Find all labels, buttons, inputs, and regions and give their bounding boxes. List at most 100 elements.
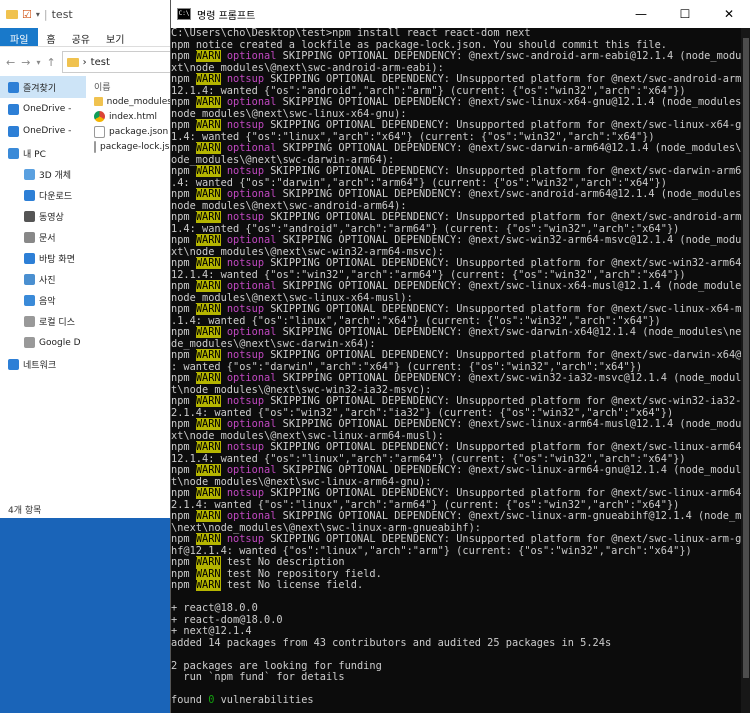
console-text: SKIPPING OPTIONAL DEPENDENCY: Unsupporte…: [264, 441, 741, 453]
list-item[interactable]: package-lock.json: [88, 139, 172, 154]
nav-item[interactable]: 즐겨찾기: [0, 76, 86, 98]
folder-icon: [66, 57, 79, 67]
list-item[interactable]: package.json: [88, 124, 172, 139]
column-header-name[interactable]: 이름: [88, 78, 172, 94]
address-bar[interactable]: › test: [61, 51, 172, 73]
console-text: npm: [171, 579, 196, 591]
recent-dropdown-icon[interactable]: ▾: [36, 58, 40, 67]
music-icon: [24, 295, 35, 306]
console-text: t\node_modules\@next\swc-linux-arm64-gnu…: [171, 475, 432, 488]
nav-item[interactable]: 로컬 디스: [0, 311, 86, 332]
nav-item[interactable]: 네트워크: [0, 353, 86, 375]
console-text: \next\node_modules\@next\swc-linux-arm-g…: [171, 521, 481, 534]
warn-badge: WARN: [195, 211, 221, 223]
nav-item[interactable]: 사진: [0, 269, 86, 290]
address-text: test: [90, 56, 110, 68]
console-text: found: [171, 694, 209, 706]
warn-category: optional: [226, 96, 277, 108]
list-item[interactable]: index.html: [88, 109, 172, 124]
warn-badge: WARN: [195, 142, 221, 154]
file-icon: [94, 140, 96, 153]
nav-item[interactable]: Google D: [0, 332, 86, 353]
nav-item[interactable]: 동영상: [0, 206, 86, 227]
console-text: run `npm fund` for details: [171, 671, 345, 683]
console-text: SKIPPING OPTIONAL DEPENDENCY: @next/swc-…: [276, 234, 741, 246]
console-text: test No description: [220, 556, 345, 568]
back-arrow-icon[interactable]: ←: [6, 56, 15, 69]
nav-item[interactable]: 바탕 화면: [0, 248, 86, 269]
console-text: SKIPPING OPTIONAL DEPENDENCY: Unsupporte…: [264, 487, 741, 499]
console-text: npm: [171, 96, 196, 108]
up-arrow-icon[interactable]: ↑: [46, 56, 55, 69]
nav-item[interactable]: 음악: [0, 290, 86, 311]
forward-arrow-icon[interactable]: →: [21, 56, 30, 69]
explorer-titlebar[interactable]: ☑ ▾ | test: [0, 0, 172, 28]
checkmark-icon[interactable]: ☑: [22, 8, 32, 21]
console-text: npm: [171, 165, 196, 177]
cloud-icon: [8, 125, 19, 137]
nav-item-label: 문서: [39, 234, 56, 244]
console-text: SKIPPING OPTIONAL DEPENDENCY: Unsupporte…: [264, 165, 741, 177]
warn-badge: WARN: [195, 326, 221, 338]
nav-item-label: 음악: [39, 297, 56, 307]
console-text: de_modules\@next\swc-darwin-x64):: [171, 337, 376, 350]
status-bar-item-count: 4개 항목: [8, 506, 42, 516]
explorer-title: test: [51, 7, 73, 21]
desktop-icon: [24, 253, 35, 264]
download-icon: [24, 190, 35, 201]
cmd-titlebar[interactable]: C:\ 명령 프롬프트 — ☐ ✕: [171, 0, 750, 28]
tab-file[interactable]: 파일: [0, 28, 39, 46]
file-icon: [94, 125, 105, 138]
console-text: npm: [171, 280, 196, 292]
console-text: created a lockfile as package-lock.json.…: [233, 38, 667, 51]
console-text: xt\node_modules\@next\swc-win32-arm64-ms…: [171, 245, 444, 258]
warn-badge: WARN: [195, 372, 221, 384]
console-text: npm: [171, 142, 196, 154]
warn-badge: WARN: [195, 280, 221, 292]
warn-badge: WARN: [195, 579, 221, 591]
nav-item-label: OneDrive -: [23, 126, 72, 136]
warn-category: notsup: [226, 441, 265, 453]
dropdown-arrow-icon[interactable]: ▾: [36, 10, 40, 19]
cube-icon: [24, 169, 35, 180]
console-text: hf@12.1.4: wanted {"os":"linux","arch":"…: [171, 544, 692, 557]
warn-badge: WARN: [195, 395, 221, 407]
console-text: npm: [171, 556, 196, 568]
nav-item-label: 사진: [39, 276, 56, 286]
maximize-icon[interactable]: ☐: [663, 0, 707, 28]
console-text: test No license field.: [220, 579, 364, 591]
close-icon[interactable]: ✕: [707, 0, 750, 28]
tab-view[interactable]: 보기: [98, 28, 132, 46]
console-text: SKIPPING OPTIONAL DEPENDENCY: @next/swc-…: [276, 464, 741, 476]
scrollbar[interactable]: [741, 28, 750, 713]
folder-icon: [94, 97, 103, 106]
console-text: SKIPPING OPTIONAL DEPENDENCY: Unsupporte…: [264, 119, 741, 131]
nav-item[interactable]: 다운로드: [0, 185, 86, 206]
console-text: SKIPPING OPTIONAL DEPENDENCY: Unsupporte…: [264, 349, 741, 361]
nav-item[interactable]: OneDrive -: [0, 120, 86, 142]
warn-badge: WARN: [195, 119, 221, 131]
console-text: npm: [171, 303, 196, 315]
tab-share[interactable]: 공유: [64, 28, 98, 46]
console-text: SKIPPING OPTIONAL DEPENDENCY: @next/swc-…: [276, 280, 741, 292]
star-icon: [8, 81, 19, 93]
console-text: npm: [171, 326, 196, 338]
warn-badge: WARN: [195, 556, 221, 568]
warn-badge: WARN: [195, 188, 221, 200]
warn-category: notsup: [226, 487, 265, 499]
console-output[interactable]: C:\Users\cho\Desktop\test>npm install re…: [171, 28, 741, 713]
tab-home[interactable]: 홈: [38, 28, 63, 46]
pc-icon: [8, 147, 19, 159]
scrollbar-thumb[interactable]: [743, 38, 749, 678]
nav-item[interactable]: OneDrive -: [0, 98, 86, 120]
nav-item[interactable]: 내 PC: [0, 142, 86, 164]
warn-badge: WARN: [195, 441, 221, 453]
cmd-title: 명령 프롬프트: [197, 10, 256, 22]
warn-badge: WARN: [195, 96, 221, 108]
ribbon-tabs: 파일 홈 공유 보기: [0, 28, 172, 47]
minimize-icon[interactable]: —: [619, 0, 663, 28]
nav-item[interactable]: 문서: [0, 227, 86, 248]
warn-category: notsup: [226, 73, 265, 85]
list-item[interactable]: node_modules: [88, 94, 172, 109]
nav-item[interactable]: 3D 개체: [0, 164, 86, 185]
